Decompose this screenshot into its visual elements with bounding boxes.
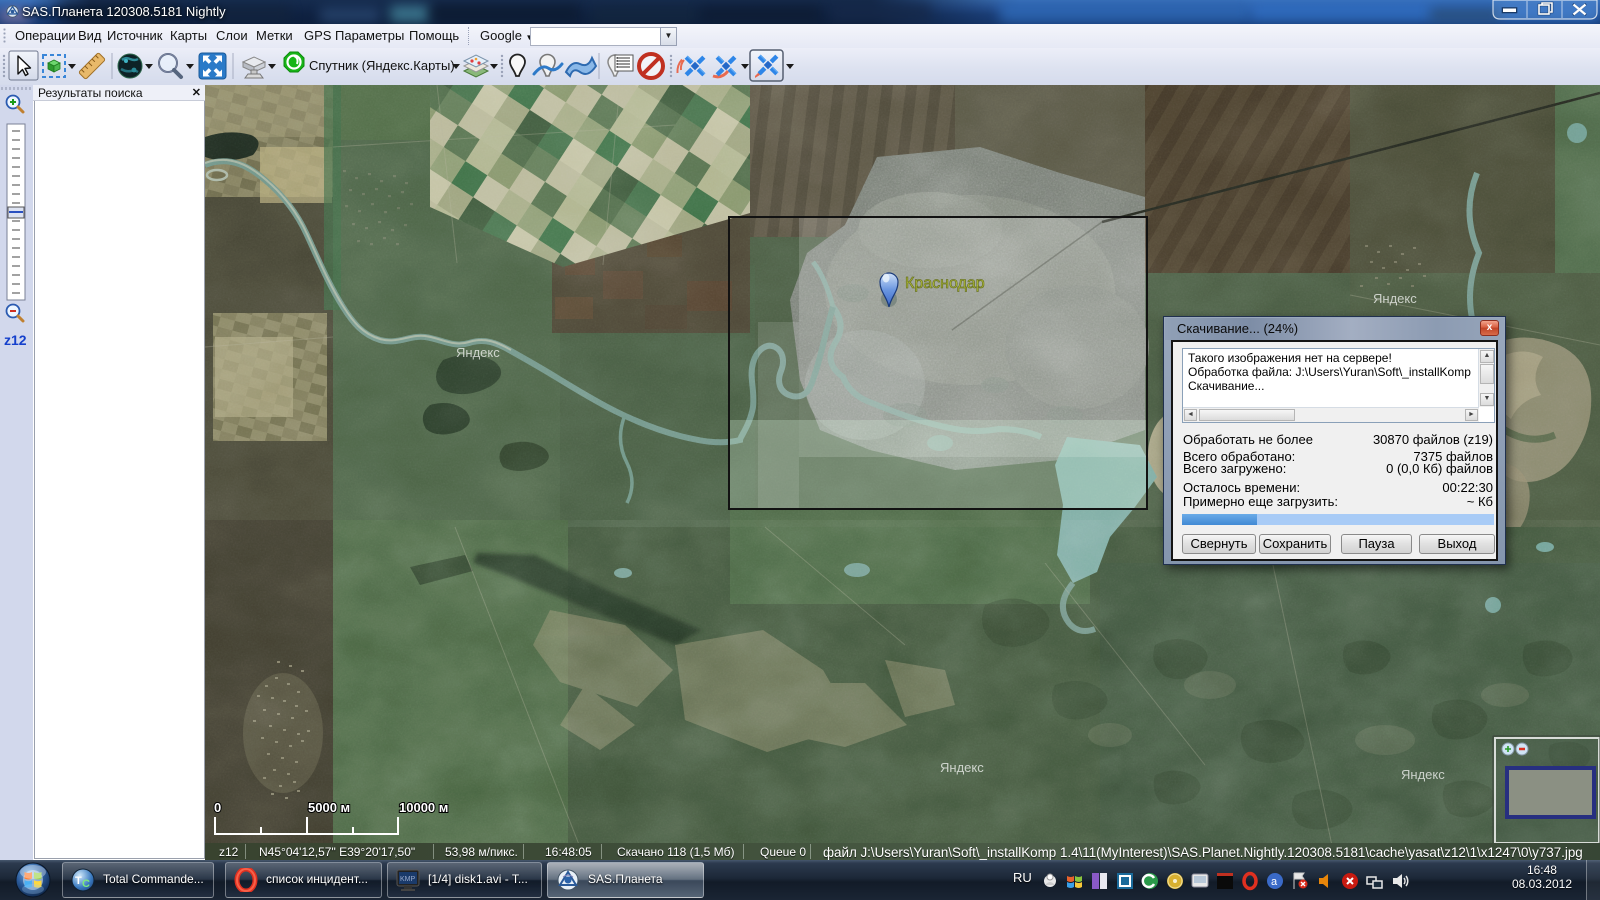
- svg-text:10000 м: 10000 м: [399, 800, 448, 815]
- svg-text:Яндекс: Яндекс: [456, 345, 500, 360]
- svg-text:5000 м: 5000 м: [308, 800, 350, 815]
- svg-text:Яндекс: Яндекс: [1373, 291, 1417, 306]
- svg-text:a: a: [1271, 876, 1278, 888]
- svg-text:T: T: [75, 875, 82, 887]
- svg-text:KMP: KMP: [400, 876, 416, 883]
- svg-text:z12: z12: [4, 332, 27, 348]
- svg-text:Яндекс: Яндекс: [940, 760, 984, 775]
- svg-text:0: 0: [214, 800, 221, 815]
- svg-text:Яндекс: Яндекс: [1401, 767, 1445, 782]
- svg-text:Спутник (Яндекс.Карты): Спутник (Яндекс.Карты): [309, 58, 455, 73]
- svg-text:C: C: [82, 878, 90, 890]
- svg-text:Краснодар: Краснодар: [905, 275, 985, 292]
